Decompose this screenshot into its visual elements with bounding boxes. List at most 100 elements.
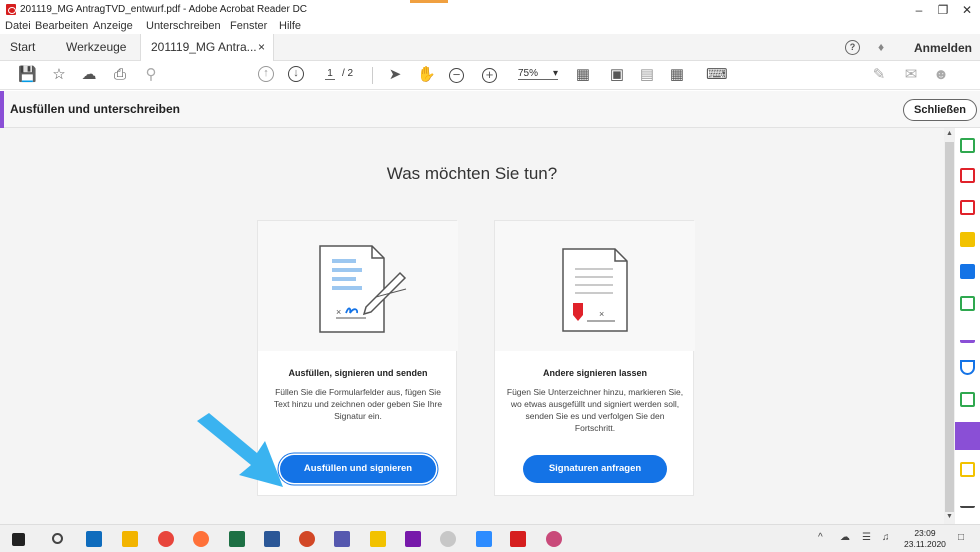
card-title: Ausfüllen, signieren und senden <box>288 368 428 378</box>
clock-time: 23:09 <box>914 528 936 538</box>
tab-start[interactable]: Start <box>10 34 35 61</box>
menu-anzeige[interactable]: Anzeige <box>93 20 133 32</box>
network-icon[interactable]: ☰ <box>862 532 871 543</box>
prev-page-icon[interactable]: ↑ <box>258 66 274 82</box>
zoom-app-icon[interactable] <box>476 531 492 547</box>
card-description: Fügen Sie Unterzeichner hinzu, markieren… <box>506 387 684 433</box>
tab-document[interactable]: 201119_MG Antra... × <box>140 34 274 61</box>
request-signatures-button[interactable]: Signaturen anfragen <box>523 455 667 483</box>
file-explorer-icon[interactable] <box>122 531 138 547</box>
document-request-icon: × <box>562 248 628 332</box>
more-tools-icon[interactable] <box>960 498 975 508</box>
teams-icon[interactable] <box>334 531 350 547</box>
outlook-icon[interactable] <box>86 531 102 547</box>
tray-expand-icon[interactable]: ^ <box>818 532 823 543</box>
close-tool-button[interactable]: Schließen <box>903 99 977 121</box>
sign-pen-icon[interactable]: ✎ <box>870 66 888 84</box>
search-icon[interactable]: ⚲ <box>142 66 160 84</box>
page-number-input[interactable]: 1 <box>325 68 335 80</box>
create-pdf-icon[interactable] <box>960 200 975 215</box>
fill-sign-rail-icon[interactable] <box>960 328 975 343</box>
vertical-scrollbar[interactable]: ▲ ▼ <box>944 128 955 524</box>
chrome-icon[interactable] <box>158 531 174 547</box>
tab-document-label: 201119_MG Antra... <box>151 40 257 54</box>
combine-files-icon[interactable] <box>960 264 975 279</box>
card-title: Andere signieren lassen <box>542 368 648 378</box>
zoom-caret-icon: ▾ <box>552 68 558 79</box>
fit-page-icon[interactable]: ▦ <box>574 66 592 84</box>
request-sign-illustration: × <box>495 221 695 351</box>
excel-icon[interactable] <box>229 531 245 547</box>
svg-text:×: × <box>336 307 341 317</box>
tab-close-icon[interactable]: × <box>258 34 265 61</box>
close-window-button[interactable]: ✕ <box>956 2 978 18</box>
main-content: Was möchten Sie tun? × Ausfüllen, signie… <box>0 128 944 524</box>
zoom-select[interactable]: 75% ▾ <box>518 68 558 80</box>
notifications-icon[interactable]: □ <box>958 532 964 543</box>
bell-icon[interactable]: ♦ <box>878 40 884 54</box>
clock[interactable]: 23:09 23.11.2020 <box>904 528 946 550</box>
scroll-thumb[interactable] <box>945 142 954 512</box>
menu-fenster[interactable]: Fenster <box>230 20 267 32</box>
menu-bearbeiten[interactable]: Bearbeiten <box>35 20 88 32</box>
active-sign-tool-icon[interactable] <box>955 422 980 450</box>
keyboard-scroll-icon[interactable]: ⌨ <box>706 66 728 84</box>
search-taskbar-icon[interactable] <box>52 533 63 544</box>
minimize-button[interactable]: – <box>908 2 930 18</box>
scan-icon[interactable] <box>960 462 975 477</box>
menu-bar: Datei Bearbeiten Anzeige Unterschreiben … <box>0 20 980 34</box>
clock-date: 23.11.2020 <box>904 539 946 549</box>
svg-text:×: × <box>599 309 604 319</box>
tool-accent-bar <box>0 91 4 128</box>
zoom-out-icon[interactable]: − <box>449 68 464 83</box>
protect-shield-icon[interactable] <box>960 360 975 375</box>
fill-sign-toolbar: Ausfüllen und unterschreiben Schließen <box>0 91 980 128</box>
share-user-icon[interactable]: ☻ <box>932 66 950 84</box>
powerpoint-icon[interactable] <box>299 531 315 547</box>
next-page-icon[interactable]: ↓ <box>288 66 304 82</box>
menu-unterschreiben[interactable]: Unterschreiben <box>146 20 221 32</box>
page-total: / 2 <box>342 68 354 79</box>
scroll-down-icon[interactable]: ▼ <box>944 513 955 520</box>
print-icon[interactable]: ⎙ <box>111 66 129 84</box>
title-highlight <box>410 0 448 3</box>
select-cursor-icon[interactable]: ➤ <box>386 66 404 84</box>
fullscreen-icon[interactable]: ▤ <box>638 66 656 84</box>
mail-icon[interactable]: ✉ <box>902 66 920 84</box>
acrobat-taskbar-icon[interactable] <box>510 531 526 547</box>
hand-tool-icon[interactable]: ✋ <box>417 66 436 84</box>
paint-icon[interactable] <box>546 531 562 547</box>
export-pdf-icon[interactable] <box>960 138 975 153</box>
save-icon[interactable]: 💾 <box>18 66 37 84</box>
scroll-up-icon[interactable]: ▲ <box>944 130 955 137</box>
snipping-tool-icon[interactable] <box>440 531 456 547</box>
organize-pages-icon[interactable] <box>960 168 975 183</box>
card-request-signatures: × Andere signieren lassen Fügen Sie Unte… <box>494 220 695 496</box>
send-for-review-icon[interactable] <box>960 392 975 407</box>
sticky-notes-icon[interactable] <box>370 531 386 547</box>
rotate-icon[interactable]: ▣ <box>608 66 626 84</box>
star-icon[interactable]: ☆ <box>50 66 68 84</box>
help-icon[interactable]: ? <box>845 40 860 55</box>
signin-link[interactable]: Anmelden <box>914 41 972 55</box>
maximize-button[interactable]: ❐ <box>932 2 954 18</box>
page-display-icon[interactable]: ▦ <box>668 66 686 84</box>
upload-cloud-icon[interactable]: ☁ <box>80 66 98 84</box>
page-heading: Was möchten Sie tun? <box>386 164 558 183</box>
comment-icon[interactable] <box>960 232 975 247</box>
zoom-value: 75% <box>518 68 539 79</box>
windows-start-icon[interactable] <box>12 533 25 546</box>
tab-werkzeuge[interactable]: Werkzeuge <box>66 34 126 61</box>
onedrive-icon[interactable]: ☁ <box>840 532 850 543</box>
edit-pdf-icon[interactable] <box>960 296 975 311</box>
tool-name: Ausfüllen und unterschreiben <box>10 102 181 116</box>
menu-hilfe[interactable]: Hilfe <box>279 20 301 32</box>
acrobat-pdf-icon <box>6 4 16 15</box>
zoom-in-icon[interactable]: + <box>482 68 497 83</box>
word-icon[interactable] <box>264 531 280 547</box>
firefox-icon[interactable] <box>193 531 209 547</box>
onenote-icon[interactable] <box>405 531 421 547</box>
volume-icon[interactable]: ♫ <box>882 532 890 543</box>
window-title: 201119_MG AntragTVD_entwurf.pdf - Adobe … <box>20 4 308 15</box>
menu-datei[interactable]: Datei <box>5 20 31 32</box>
